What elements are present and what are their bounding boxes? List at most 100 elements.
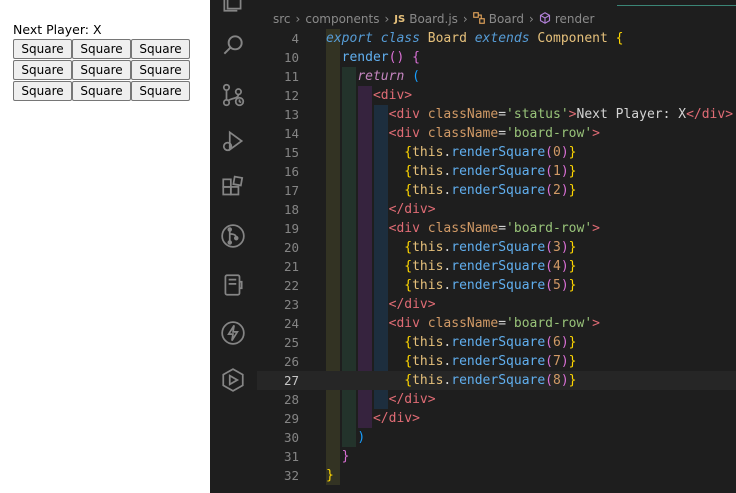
code-line[interactable]: 16 {this.renderSquare(1)} <box>257 162 736 181</box>
code-token: = <box>498 107 507 122</box>
remote-icon[interactable] <box>220 272 246 298</box>
code-token: ) <box>560 183 569 198</box>
code-line[interactable]: 13 <div className='status'>Next Player: … <box>257 105 736 124</box>
code-line[interactable]: 23 </div> <box>257 295 736 314</box>
breadcrumb-components[interactable]: components <box>305 12 379 26</box>
code-area[interactable]: 4 export class Board extends Component {1… <box>257 29 736 485</box>
code-text: <div className='board-row'> <box>326 219 600 238</box>
explorer-icon[interactable] <box>220 0 246 14</box>
thunder-client-icon[interactable] <box>220 320 246 346</box>
method-symbol-icon <box>539 11 551 27</box>
code-token: 3 <box>553 240 561 255</box>
square-button[interactable]: Square <box>72 60 131 80</box>
code-token: Board <box>427 31 467 46</box>
code-text: return ( <box>326 67 420 86</box>
code-token: ) <box>560 373 569 388</box>
code-token: 'status' <box>506 107 569 122</box>
code-token: ) <box>560 335 569 350</box>
code-token: 7 <box>553 354 561 369</box>
square-button[interactable]: Square <box>131 60 190 80</box>
code-line[interactable]: 4 export class Board extends Component { <box>257 29 736 48</box>
code-text: </div> <box>326 390 436 409</box>
code-line[interactable]: 12 <div> <box>257 86 736 105</box>
code-token: renderSquare <box>451 278 546 293</box>
code-token: this <box>412 259 444 274</box>
code-token: <div <box>388 316 420 331</box>
breadcrumb-src[interactable]: src <box>273 12 291 26</box>
square-button[interactable]: Square <box>13 81 72 101</box>
code-line[interactable]: 15 {this.renderSquare(0)} <box>257 143 736 162</box>
code-line[interactable]: 18 </div> <box>257 200 736 219</box>
code-line[interactable]: 25 {this.renderSquare(6)} <box>257 333 736 352</box>
code-line[interactable]: 30 ) <box>257 428 736 447</box>
extensions-icon[interactable] <box>220 175 246 201</box>
code-token: renderSquare <box>451 183 546 198</box>
code-token: { <box>404 373 413 388</box>
code-token: ( <box>412 69 420 84</box>
code-token: } <box>568 164 577 179</box>
code-line[interactable]: 21 {this.renderSquare(4)} <box>257 257 736 276</box>
code-line[interactable]: 19 <div className='board-row'> <box>257 219 736 238</box>
live-share-icon[interactable] <box>220 367 246 393</box>
code-token: > <box>568 107 577 122</box>
breadcrumb-method[interactable]: render <box>555 12 595 26</box>
search-icon[interactable] <box>220 32 246 58</box>
chevron-right-icon: › <box>529 12 534 26</box>
git-graph-icon[interactable] <box>220 223 246 249</box>
code-token: ( <box>545 335 553 350</box>
code-token: className <box>427 107 499 122</box>
code-line[interactable]: 10 render() { <box>257 48 736 67</box>
code-line[interactable]: 17 {this.renderSquare(2)} <box>257 181 736 200</box>
code-line[interactable]: 28 </div> <box>257 390 736 409</box>
breadcrumb-file[interactable]: Board.js <box>409 12 458 26</box>
code-token: ( <box>545 183 553 198</box>
code-token: } <box>568 278 577 293</box>
code-text: <div className='board-row'> <box>326 314 600 333</box>
vscode-window: src › components › JS Board.js › Board ›… <box>210 0 736 493</box>
code-line[interactable]: 20 {this.renderSquare(3)} <box>257 238 736 257</box>
code-line[interactable]: 32} <box>257 466 736 485</box>
code-line[interactable]: 27 {this.renderSquare(8)} <box>257 371 736 390</box>
code-token: 'board-row' <box>506 126 593 141</box>
code-token: renderSquare <box>451 354 546 369</box>
code-editor[interactable]: src › components › JS Board.js › Board ›… <box>257 0 736 493</box>
square-button[interactable]: Square <box>13 39 72 59</box>
code-token: } <box>568 240 577 255</box>
code-line[interactable]: 11 return ( <box>257 67 736 86</box>
square-button[interactable]: Square <box>131 39 190 59</box>
code-token: </div> <box>388 202 436 217</box>
code-token: ( <box>545 145 553 160</box>
code-token: ) <box>560 354 569 369</box>
code-text: </div> <box>326 200 436 219</box>
line-number: 19 <box>283 221 299 236</box>
code-text: <div> <box>326 86 412 105</box>
run-debug-icon[interactable] <box>220 128 246 154</box>
square-button[interactable]: Square <box>13 60 72 80</box>
code-token: Next Player: X <box>576 107 687 122</box>
code-token: ( <box>545 354 553 369</box>
code-line[interactable]: 31 } <box>257 447 736 466</box>
square-button[interactable]: Square <box>131 81 190 101</box>
board-row: Square Square Square <box>13 39 190 60</box>
code-token: { <box>404 164 413 179</box>
code-line[interactable]: 26 {this.renderSquare(7)} <box>257 352 736 371</box>
breadcrumb-class[interactable]: Board <box>489 12 524 26</box>
board-row: Square Square Square <box>13 81 190 102</box>
code-line[interactable]: 14 <div className='board-row'> <box>257 124 736 143</box>
code-line[interactable]: 22 {this.renderSquare(5)} <box>257 276 736 295</box>
code-line[interactable]: 29 </div> <box>257 409 736 428</box>
source-control-icon[interactable] <box>220 82 246 108</box>
game-board: Square Square Square Square Square Squar… <box>13 39 190 102</box>
square-button[interactable]: Square <box>72 81 131 101</box>
square-button[interactable]: Square <box>72 39 131 59</box>
code-line[interactable]: 24 <div className='board-row'> <box>257 314 736 333</box>
